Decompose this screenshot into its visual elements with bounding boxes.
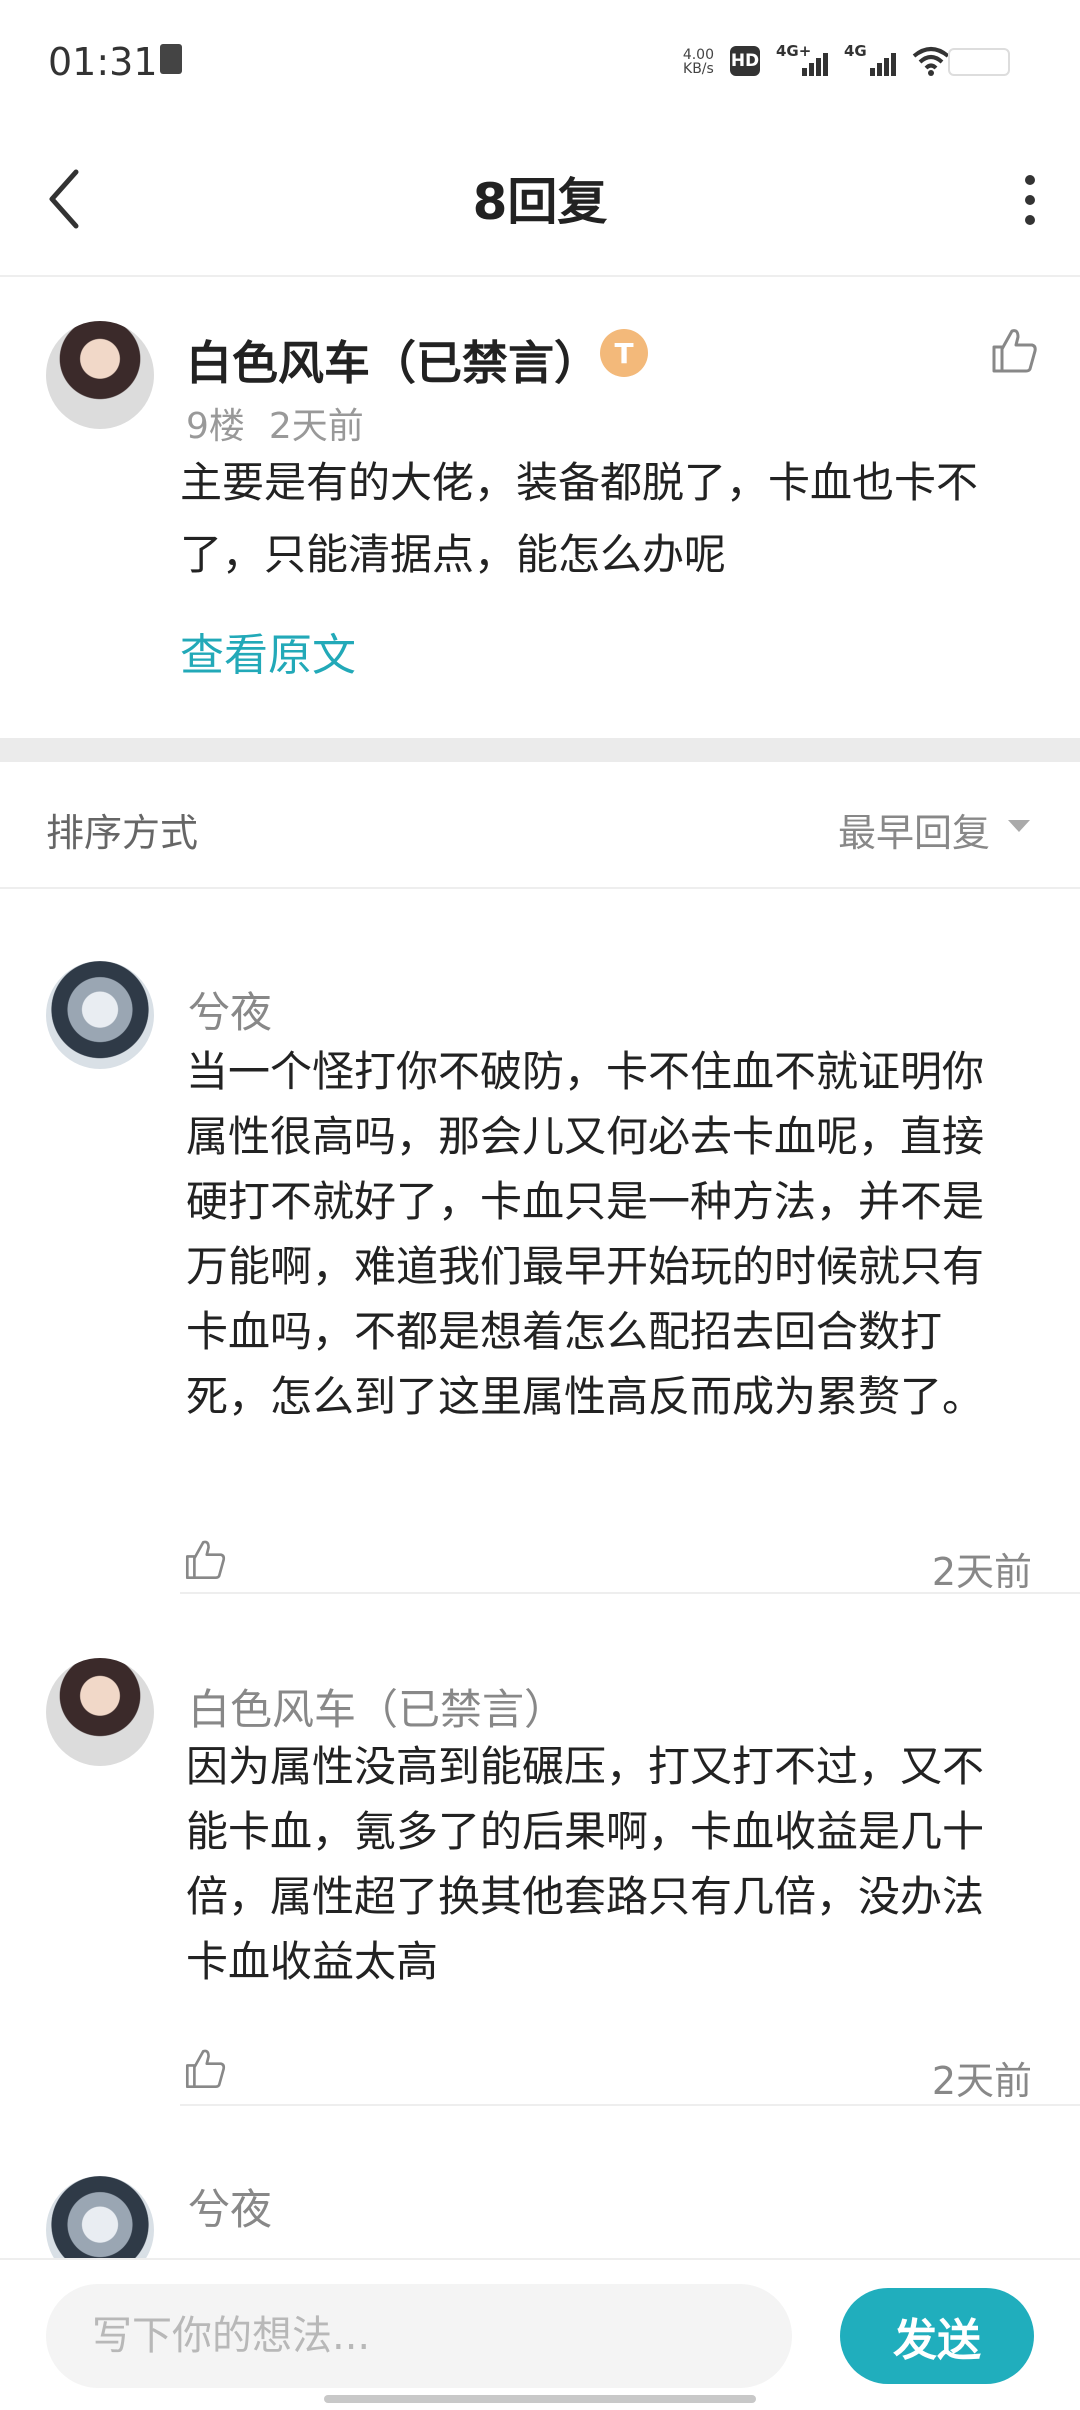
reply-item: 兮夜 当一个怪打你不破防，卡不住血不就证明你属性很高吗，那会儿又何必去卡血呢，直…	[0, 889, 1080, 1594]
home-indicator[interactable]	[324, 2395, 756, 2403]
avatar[interactable]	[46, 2176, 154, 2258]
chevron-down-icon[interactable]	[1008, 820, 1030, 832]
net-speed: 4.00 KB/s	[683, 48, 714, 76]
signal-sim1-icon: 4G+	[776, 42, 828, 76]
page-title: 8回复	[472, 173, 608, 231]
floor-number: 9楼	[186, 406, 245, 447]
send-button[interactable]: 发送	[840, 2288, 1034, 2384]
reply-time: 2天前	[931, 2059, 1032, 2103]
reply-author[interactable]: 白色风车（已禁言）	[188, 1676, 566, 1737]
wifi-icon	[912, 47, 950, 76]
status-bar: 01:31 4.00 KB/s HD 4G+ 4G	[0, 0, 1080, 120]
sort-label: 排序方式	[46, 811, 199, 855]
comment-time: 2天前	[268, 406, 364, 447]
level-badge-icon: T	[600, 329, 648, 377]
like-icon[interactable]	[182, 2046, 228, 2092]
reply-content: 当一个怪打你不破防，卡不住血不就证明你属性很高吗，那会儿又何必去卡血呢，直接硬打…	[186, 1047, 985, 1421]
comment-content: 主要是有的大佬，装备都脱了，卡血也卡不了，只能清据点，能怎么办呢	[180, 458, 979, 579]
reply-item: 兮夜	[0, 2106, 1080, 2258]
status-icons: 4.00 KB/s HD 4G+ 4G	[683, 42, 950, 76]
sort-bar: 排序方式 最早回复	[0, 762, 1080, 889]
avatar[interactable]	[46, 1658, 154, 1766]
avatar[interactable]	[46, 961, 154, 1069]
reply-author[interactable]: 兮夜	[188, 979, 272, 1040]
net-speed-unit: KB/s	[683, 61, 714, 77]
comment-meta: 9楼 2天前	[186, 397, 388, 449]
like-icon[interactable]	[182, 1537, 228, 1583]
more-options-icon[interactable]	[1020, 170, 1040, 230]
signal-sim2-icon: 4G	[844, 42, 896, 76]
net-speed-value: 4.00	[682, 47, 714, 63]
avatar[interactable]	[46, 321, 154, 429]
reply-time: 2天前	[931, 1550, 1032, 1594]
hd-icon: HD	[730, 46, 760, 76]
top-bar: 8回复	[0, 120, 1080, 277]
section-divider	[0, 738, 1080, 762]
view-original-link[interactable]: 查看原文	[180, 619, 356, 683]
comment-input[interactable]	[46, 2284, 792, 2388]
original-comment: 白色风车（已禁言） T 9楼 2天前 主要是有的大佬，装备都脱了，卡血也卡不了，只…	[0, 277, 1080, 737]
reply-item: 白色风车（已禁言） 因为属性没高到能碾压，打又打不过，又不能卡血，氪多了的后果啊…	[0, 1594, 1080, 2104]
reply-author[interactable]: 兮夜	[188, 2176, 272, 2237]
comment-author[interactable]: 白色风车（已禁言）	[186, 327, 600, 393]
reply-content: 因为属性没高到能碾压，打又打不过，又不能卡血，氪多了的后果啊，卡血收益是几十倍，…	[186, 1742, 985, 1986]
battery-saver-icon	[160, 44, 182, 74]
battery-icon	[948, 48, 1010, 76]
sim2-label: 4G	[844, 42, 867, 60]
comment-composer: 发送	[0, 2258, 1080, 2410]
like-icon[interactable]	[988, 325, 1040, 377]
status-time: 01:31	[48, 40, 158, 84]
sort-dropdown[interactable]: 最早回复	[838, 802, 990, 857]
